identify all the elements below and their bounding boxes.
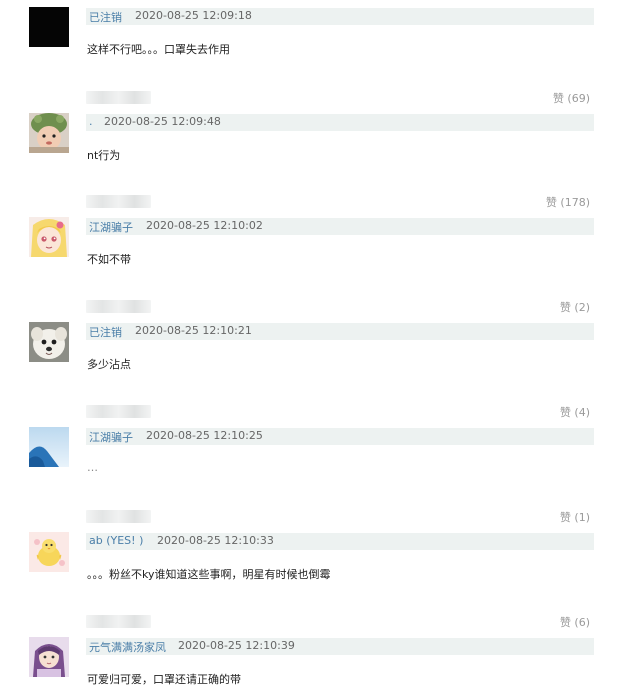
- comment-username[interactable]: .: [89, 115, 93, 128]
- like-button[interactable]: 赞 (6): [560, 614, 590, 630]
- blurred-name: [86, 615, 151, 628]
- comment-username[interactable]: 已注销: [89, 324, 122, 340]
- avatar[interactable]: [29, 322, 69, 362]
- blurred-name: [86, 405, 151, 418]
- avatar[interactable]: [29, 532, 69, 572]
- comment-username[interactable]: 已注销: [89, 9, 122, 25]
- comment-meta: 江湖骗子 2020-08-25 12:10:02: [86, 218, 594, 235]
- like-button[interactable]: 赞 (178): [546, 194, 590, 210]
- comment-timestamp: 2020-08-25 12:10:33: [157, 534, 274, 547]
- comment-username[interactable]: ab (YES! ): [89, 534, 143, 547]
- avatar[interactable]: [29, 113, 69, 153]
- comment-footer: 赞 (6): [86, 613, 594, 629]
- like-button[interactable]: 赞 (2): [560, 299, 590, 315]
- like-button[interactable]: 赞 (4): [560, 404, 590, 420]
- comment-footer: 赞 (2): [86, 298, 594, 314]
- comment-username[interactable]: 江湖骗子: [89, 429, 133, 445]
- comment-meta: . 2020-08-25 12:09:48: [86, 114, 594, 131]
- comment-timestamp: 2020-08-25 12:09:48: [104, 115, 221, 128]
- comment-meta: 江湖骗子 2020-08-25 12:10:25: [86, 428, 594, 445]
- avatar[interactable]: [29, 7, 69, 47]
- comment-meta: 已注销 2020-08-25 12:10:21: [86, 323, 594, 340]
- comment-text: 不如不带: [87, 253, 131, 266]
- like-button[interactable]: 赞 (69): [553, 90, 590, 106]
- comment-meta: 元气满满汤家凤 2020-08-25 12:10:39: [86, 638, 594, 655]
- comment-username[interactable]: 江湖骗子: [89, 219, 133, 235]
- comment-timestamp: 2020-08-25 12:10:39: [178, 639, 295, 652]
- comment-footer: 赞 (1): [86, 508, 594, 524]
- blurred-name: [86, 300, 151, 313]
- comment-footer: 赞 (69): [86, 89, 594, 105]
- blurred-name: [86, 195, 151, 208]
- comment-meta: 已注销 2020-08-25 12:09:18: [86, 8, 594, 25]
- comment-timestamp: 2020-08-25 12:10:25: [146, 429, 263, 442]
- blurred-name: [86, 510, 151, 523]
- comment-timestamp: 2020-08-25 12:10:02: [146, 219, 263, 232]
- avatar[interactable]: [29, 217, 69, 257]
- avatar[interactable]: [29, 637, 69, 677]
- comment-meta: ab (YES! ) 2020-08-25 12:10:33: [86, 533, 594, 550]
- blurred-name: [86, 91, 151, 104]
- comment-text: 可爱归可爱，口罩还请正确的带: [87, 673, 241, 686]
- comment-username[interactable]: 元气满满汤家凤: [89, 639, 166, 655]
- comment-timestamp: 2020-08-25 12:09:18: [135, 9, 252, 22]
- comment-text: nt行为: [87, 149, 121, 162]
- comment-footer: 赞 (178): [86, 193, 594, 209]
- comment-footer: 赞 (4): [86, 403, 594, 419]
- avatar[interactable]: [29, 427, 69, 467]
- comment-text: 多少沾点: [87, 358, 131, 371]
- comment-text: 这样不行吧。。。口罩失去作用: [87, 43, 230, 56]
- comment-timestamp: 2020-08-25 12:10:21: [135, 324, 252, 337]
- comment-text: …: [87, 461, 98, 474]
- like-button[interactable]: 赞 (1): [560, 509, 590, 525]
- comment-text: 。。。粉丝不ky谁知道这些事啊，明星有时候也倒霉: [87, 568, 331, 581]
